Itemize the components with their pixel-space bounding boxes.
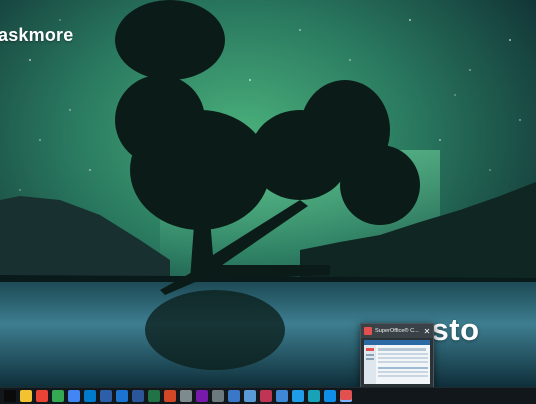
monitor-icon[interactable] xyxy=(228,390,240,402)
desktop: askmore amesto SuperOffice® C... ✕ xyxy=(0,0,536,387)
chrome-icon-4[interactable] xyxy=(68,390,80,402)
chrome-icon-2[interactable] xyxy=(36,390,48,402)
preview-header: SuperOffice® C... ✕ xyxy=(361,324,433,338)
taskbar xyxy=(0,387,536,404)
taskbar-preview-superoffice[interactable]: SuperOffice® C... ✕ xyxy=(360,323,434,387)
onedrive-icon[interactable] xyxy=(116,390,128,402)
onenote-icon[interactable] xyxy=(196,390,208,402)
teamviewer-icon[interactable] xyxy=(324,390,336,402)
chrome-icon-1[interactable] xyxy=(20,390,32,402)
files-icon[interactable] xyxy=(180,390,192,402)
brand-askmore: askmore xyxy=(0,25,74,45)
app-icon-3[interactable] xyxy=(308,390,320,402)
app-icon-1[interactable] xyxy=(276,390,288,402)
word-icon[interactable] xyxy=(132,390,144,402)
vscode-icon[interactable] xyxy=(84,390,96,402)
window-icon[interactable] xyxy=(212,390,224,402)
preview-title: SuperOffice® C... xyxy=(375,328,419,334)
preview-window-snapshot xyxy=(364,340,430,384)
preview-close-icon[interactable]: ✕ xyxy=(422,327,432,336)
app-icon-2[interactable] xyxy=(292,390,304,402)
powerpoint-icon[interactable] xyxy=(164,390,176,402)
slack-icon[interactable] xyxy=(260,390,272,402)
superoffice-app-icon xyxy=(364,327,372,335)
superoffice-icon[interactable] xyxy=(340,390,352,402)
tree-reflection xyxy=(145,290,285,370)
start-icon[interactable] xyxy=(4,390,16,402)
powershell-icon[interactable] xyxy=(100,390,112,402)
photos-icon[interactable] xyxy=(244,390,256,402)
chrome-icon-3[interactable] xyxy=(52,390,64,402)
excel-icon[interactable] xyxy=(148,390,160,402)
